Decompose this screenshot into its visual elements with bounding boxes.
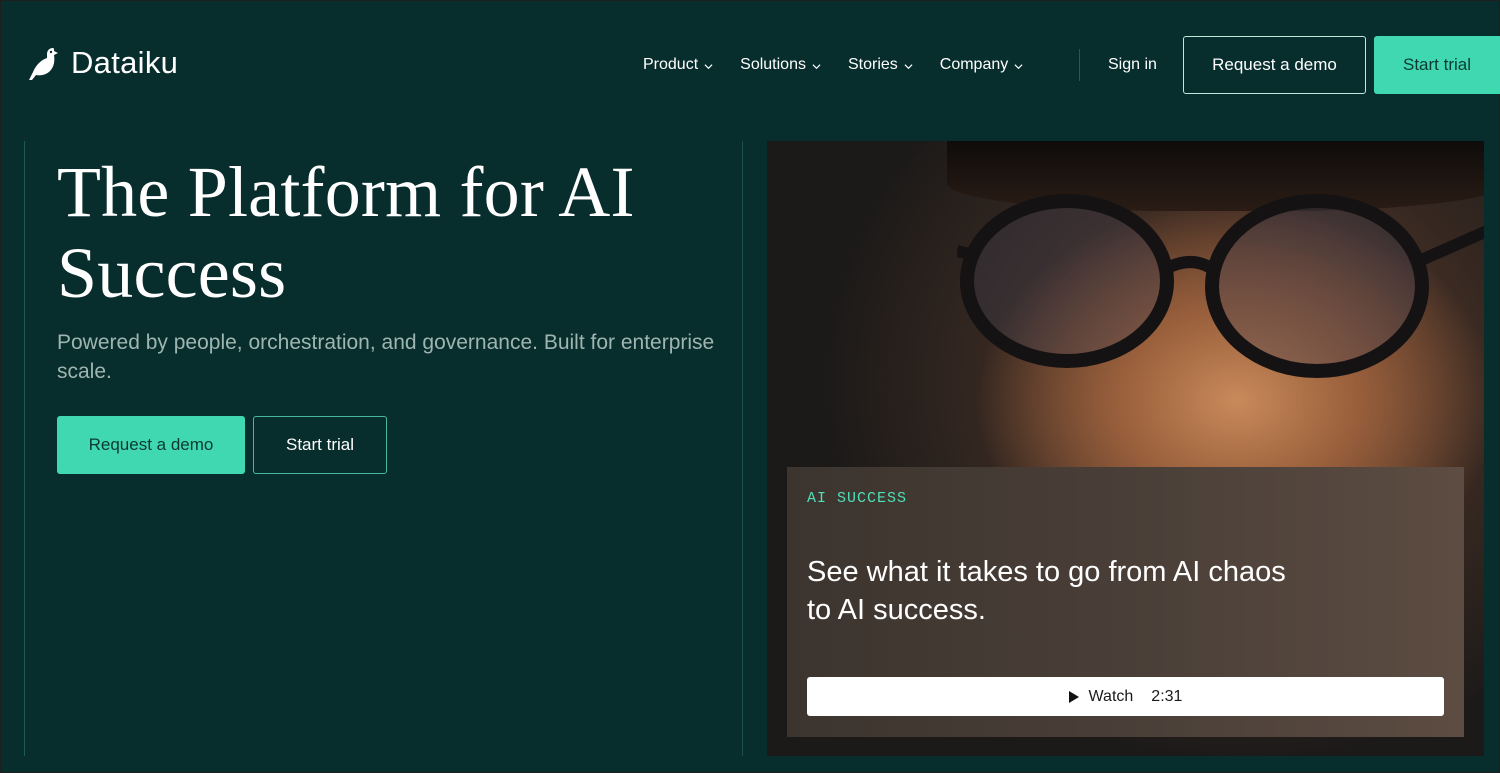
main-menu: Product Solutions Stories Company — [643, 56, 1050, 74]
play-icon — [1068, 690, 1079, 703]
menu-item-stories[interactable]: Stories — [848, 56, 913, 74]
hero-request-demo-button[interactable]: Request a demo — [57, 416, 245, 474]
chevron-down-icon — [904, 63, 913, 69]
hero-start-trial-button[interactable]: Start trial — [253, 416, 387, 474]
menu-item-label: Company — [939, 56, 1009, 73]
chevron-down-icon — [1014, 63, 1023, 69]
left-divider-line — [24, 141, 25, 756]
video-card-eyebrow: AI SUCCESS — [807, 490, 908, 507]
glasses-illustration — [957, 194, 1484, 378]
menu-item-label: Stories — [847, 56, 898, 73]
menu-item-company[interactable]: Company — [940, 56, 1023, 74]
nav-divider — [1079, 49, 1080, 81]
menu-item-label: Solutions — [740, 56, 806, 73]
chevron-down-icon — [704, 63, 713, 69]
sign-in-link[interactable]: Sign in — [1108, 56, 1157, 74]
video-card: AI SUCCESS See what it takes to go from … — [787, 467, 1464, 737]
watch-label: Watch — [1088, 687, 1134, 705]
menu-item-product[interactable]: Product — [643, 56, 713, 74]
watch-video-button[interactable]: Watch 2:31 — [807, 677, 1444, 716]
video-card-title: See what it takes to go from AI chaos to… — [807, 556, 1286, 626]
brand-name: Dataiku — [71, 45, 179, 80]
nav-request-demo-button[interactable]: Request a demo — [1183, 36, 1366, 94]
top-navigation: Dataiku Product Solutions Stories Compan… — [0, 0, 1500, 130]
dataiku-bird-logo-icon — [29, 48, 58, 80]
chevron-down-icon — [812, 63, 821, 69]
video-duration: 2:31 — [1151, 687, 1183, 705]
nav-start-trial-button[interactable]: Start trial — [1374, 36, 1500, 94]
menu-item-solutions[interactable]: Solutions — [740, 56, 821, 74]
hero-subtitle: Powered by people, orchestration, and go… — [57, 331, 715, 383]
logo[interactable]: Dataiku — [27, 44, 178, 82]
menu-item-label: Product — [643, 56, 699, 73]
hero-title: The Platform for AI Success — [57, 152, 635, 313]
center-divider-line — [742, 141, 743, 756]
